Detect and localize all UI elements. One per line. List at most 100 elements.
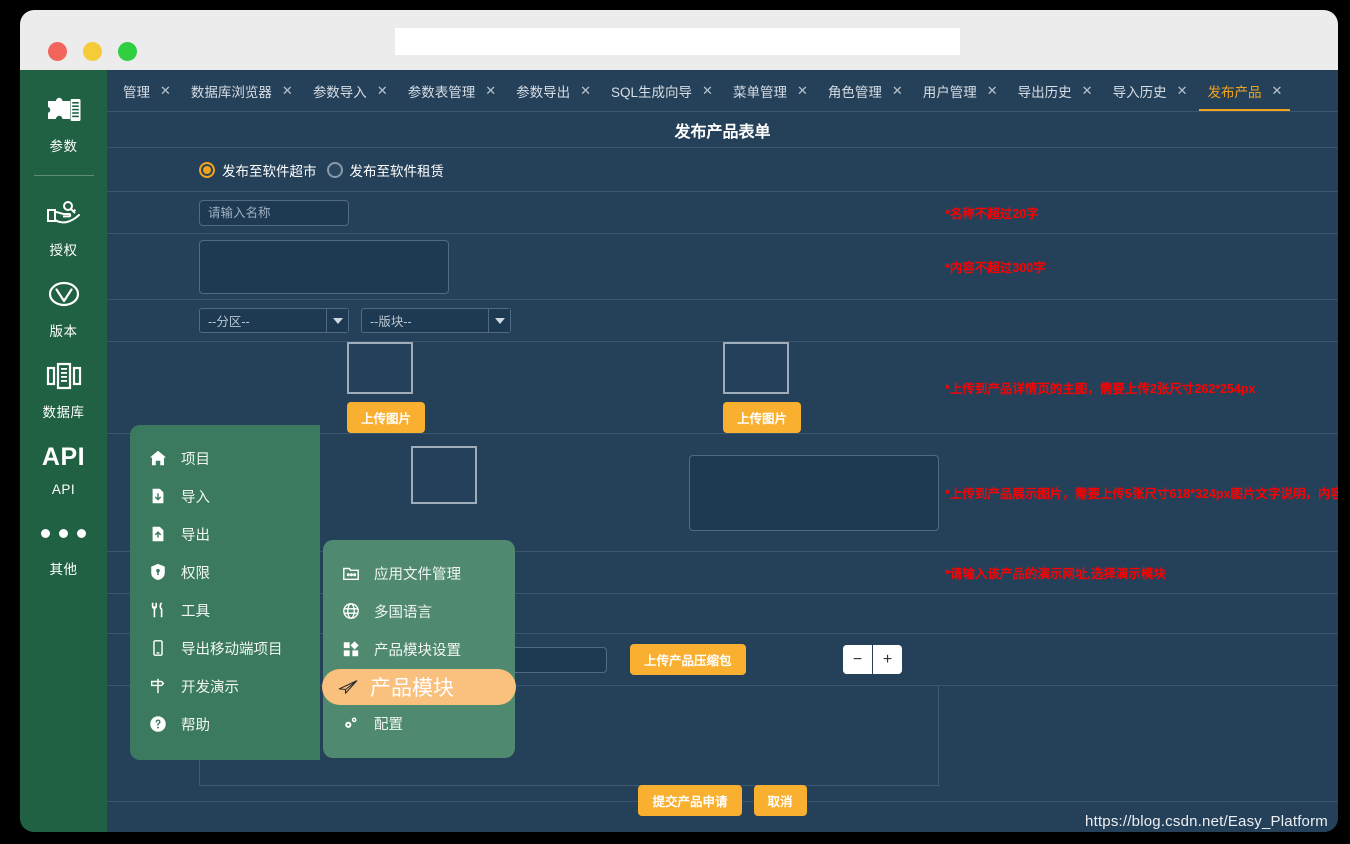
menu-item-label: 产品模块 [370, 677, 454, 700]
form-action-bar: 提交产品申请 取消 [107, 785, 1338, 816]
gears-icon [341, 714, 361, 732]
tab-close-icon[interactable]: ✕ [797, 83, 808, 99]
publish-target-radio-group: 发布至软件超市 发布至软件租赁 [199, 160, 444, 180]
block-select[interactable]: --版块-- [361, 308, 511, 333]
menu-item-label: 导出 [181, 527, 210, 544]
tab-close-icon[interactable]: ✕ [485, 83, 496, 99]
maximize-window-button[interactable] [118, 42, 137, 61]
tab-close-icon[interactable]: ✕ [987, 83, 998, 99]
stepper-increment-button[interactable]: + [873, 645, 902, 674]
menu-item-label: 配置 [374, 716, 403, 733]
upload-image-button-1[interactable]: 上传图片 [347, 402, 426, 433]
tab-item[interactable]: 数据库浏览器 ✕ [181, 70, 303, 111]
submit-product-button[interactable]: 提交产品申请 [638, 785, 742, 816]
form-row-description: *内容不超过300字 [107, 234, 1338, 300]
squares-icon [341, 640, 361, 658]
hint-description: *内容不超过300字 [945, 261, 1046, 275]
stepper-decrement-button[interactable]: − [843, 645, 872, 674]
hint-main-images: *上传到产品详情页的主图，需要上传2张尺寸262*254px [945, 382, 1256, 396]
menu-item-label: 工具 [181, 603, 210, 620]
tab-item[interactable]: 角色管理 ✕ [818, 70, 913, 111]
tab-item[interactable]: 导出历史 ✕ [1008, 70, 1103, 111]
file-import-icon [148, 487, 168, 505]
tab-label: 发布产品 [1207, 84, 1262, 100]
tab-item[interactable]: 参数表管理 ✕ [398, 70, 506, 111]
tab-close-icon[interactable]: ✕ [1271, 83, 1282, 99]
zone-select[interactable]: --分区-- [199, 308, 349, 333]
v-circle-icon [45, 273, 83, 317]
tab-close-icon[interactable]: ✕ [1177, 83, 1188, 99]
page-title: 发布产品表单 [107, 112, 1338, 148]
tab-close-icon[interactable]: ✕ [377, 83, 388, 99]
tab-label: 导入历史 [1112, 84, 1167, 100]
menu-item[interactable]: 产品模块 [322, 669, 516, 705]
menu-item[interactable]: 开发演示 [130, 667, 320, 705]
tab-item[interactable]: 参数导入 ✕ [303, 70, 398, 111]
menu-item[interactable]: 帮助 [130, 705, 320, 743]
sidebar-item-label: 参数 [49, 139, 78, 154]
tab-item[interactable]: 发布产品 ✕ [1197, 70, 1292, 111]
sidebar-item-other[interactable]: 其他 [20, 511, 107, 578]
display-image-caption-textarea[interactable] [689, 454, 939, 531]
url-bar[interactable] [395, 28, 960, 55]
tab-item[interactable]: 菜单管理 ✕ [723, 70, 818, 111]
ellipsis-icon [41, 511, 86, 555]
menu-item[interactable]: 多国语言 [323, 592, 515, 630]
close-window-button[interactable] [48, 42, 67, 61]
tab-close-icon[interactable]: ✕ [892, 83, 903, 99]
sidebar-item-label: API [51, 482, 76, 497]
menu-item[interactable]: 产品模块设置 [323, 630, 515, 668]
minimize-window-button[interactable] [83, 42, 102, 61]
tab-close-icon[interactable]: ✕ [702, 83, 713, 99]
tab-close-icon[interactable]: ✕ [160, 83, 171, 99]
mobile-icon [148, 639, 168, 657]
upload-package-button[interactable]: 上传产品压缩包 [630, 644, 746, 675]
menu-item[interactable]: 权限 [130, 553, 320, 591]
tab-label: 菜单管理 [732, 84, 787, 100]
screen-root: 参数 授权 版本 数据库 API API 其他 管理 ✕ 数据库浏览器 ✕ 参数… [0, 0, 1350, 844]
menu-item[interactable]: 项目 [130, 439, 320, 477]
chevron-down-icon [488, 309, 510, 332]
display-image-preview [411, 446, 477, 504]
tab-item[interactable]: 管理 ✕ [113, 70, 181, 111]
tab-close-icon[interactable]: ✕ [282, 83, 293, 99]
tab-item[interactable]: SQL生成向导 ✕ [601, 70, 723, 111]
upload-image-button-2[interactable]: 上传图片 [723, 402, 802, 433]
sidebar-item-authorize[interactable]: 授权 [20, 192, 107, 259]
tab-item[interactable]: 用户管理 ✕ [913, 70, 1008, 111]
menu-item-label: 导出移动端项目 [181, 641, 283, 658]
menu-item-label: 导入 [181, 489, 210, 506]
form-row-publish-target: 发布至软件超市 发布至软件租赁 [107, 148, 1338, 192]
description-textarea[interactable] [199, 239, 449, 294]
tab-item[interactable]: 参数导出 ✕ [506, 70, 601, 111]
menu-item[interactable]: 应用文件管理 [323, 554, 515, 592]
tab-close-icon[interactable]: ✕ [580, 83, 591, 99]
menu-item[interactable]: 工具 [130, 591, 320, 629]
sidebar-item-api[interactable]: API API [20, 435, 107, 498]
tools-icon [148, 601, 168, 619]
menu-item[interactable]: 配置 [323, 704, 515, 742]
radio-label: 发布至软件超市 [222, 163, 317, 179]
cancel-button[interactable]: 取消 [753, 785, 807, 816]
sidebar-item-params[interactable]: 参数 [20, 88, 107, 155]
api-text-icon: API [41, 442, 86, 471]
hint-display-images: *上传到产品展示图片，需要上传5张尺寸618*324px图片文字说明，内容不超过 [945, 487, 1338, 501]
tab-item[interactable]: 导入历史 ✕ [1103, 70, 1198, 111]
sidebar-item-label: 数据库 [42, 405, 85, 420]
menu-item[interactable]: 导入 [130, 477, 320, 515]
database-icon [44, 354, 84, 398]
tab-close-icon[interactable]: ✕ [1082, 83, 1093, 99]
form-row-category: --分区-- --版块-- [107, 300, 1338, 342]
form-row-main-images: 上传图片 上传图片 *上传到产品详情页的主图，需要上传2张尺寸262*254px [107, 342, 1338, 434]
home-icon [148, 449, 168, 467]
menu-item-label: 帮助 [181, 717, 210, 734]
sidebar-item-database[interactable]: 数据库 [20, 354, 107, 421]
name-input[interactable] [199, 199, 349, 226]
radio-publish-market[interactable]: 发布至软件超市 [199, 160, 317, 180]
menu-item[interactable]: 导出 [130, 515, 320, 553]
primary-context-menu: 项目导入导出权限工具导出移动端项目开发演示帮助 [130, 425, 320, 760]
sidebar-item-version[interactable]: 版本 [20, 273, 107, 340]
menu-item[interactable]: 导出移动端项目 [130, 629, 320, 667]
radio-publish-rental[interactable]: 发布至软件租赁 [326, 160, 444, 180]
tab-label: 导出历史 [1017, 84, 1072, 100]
